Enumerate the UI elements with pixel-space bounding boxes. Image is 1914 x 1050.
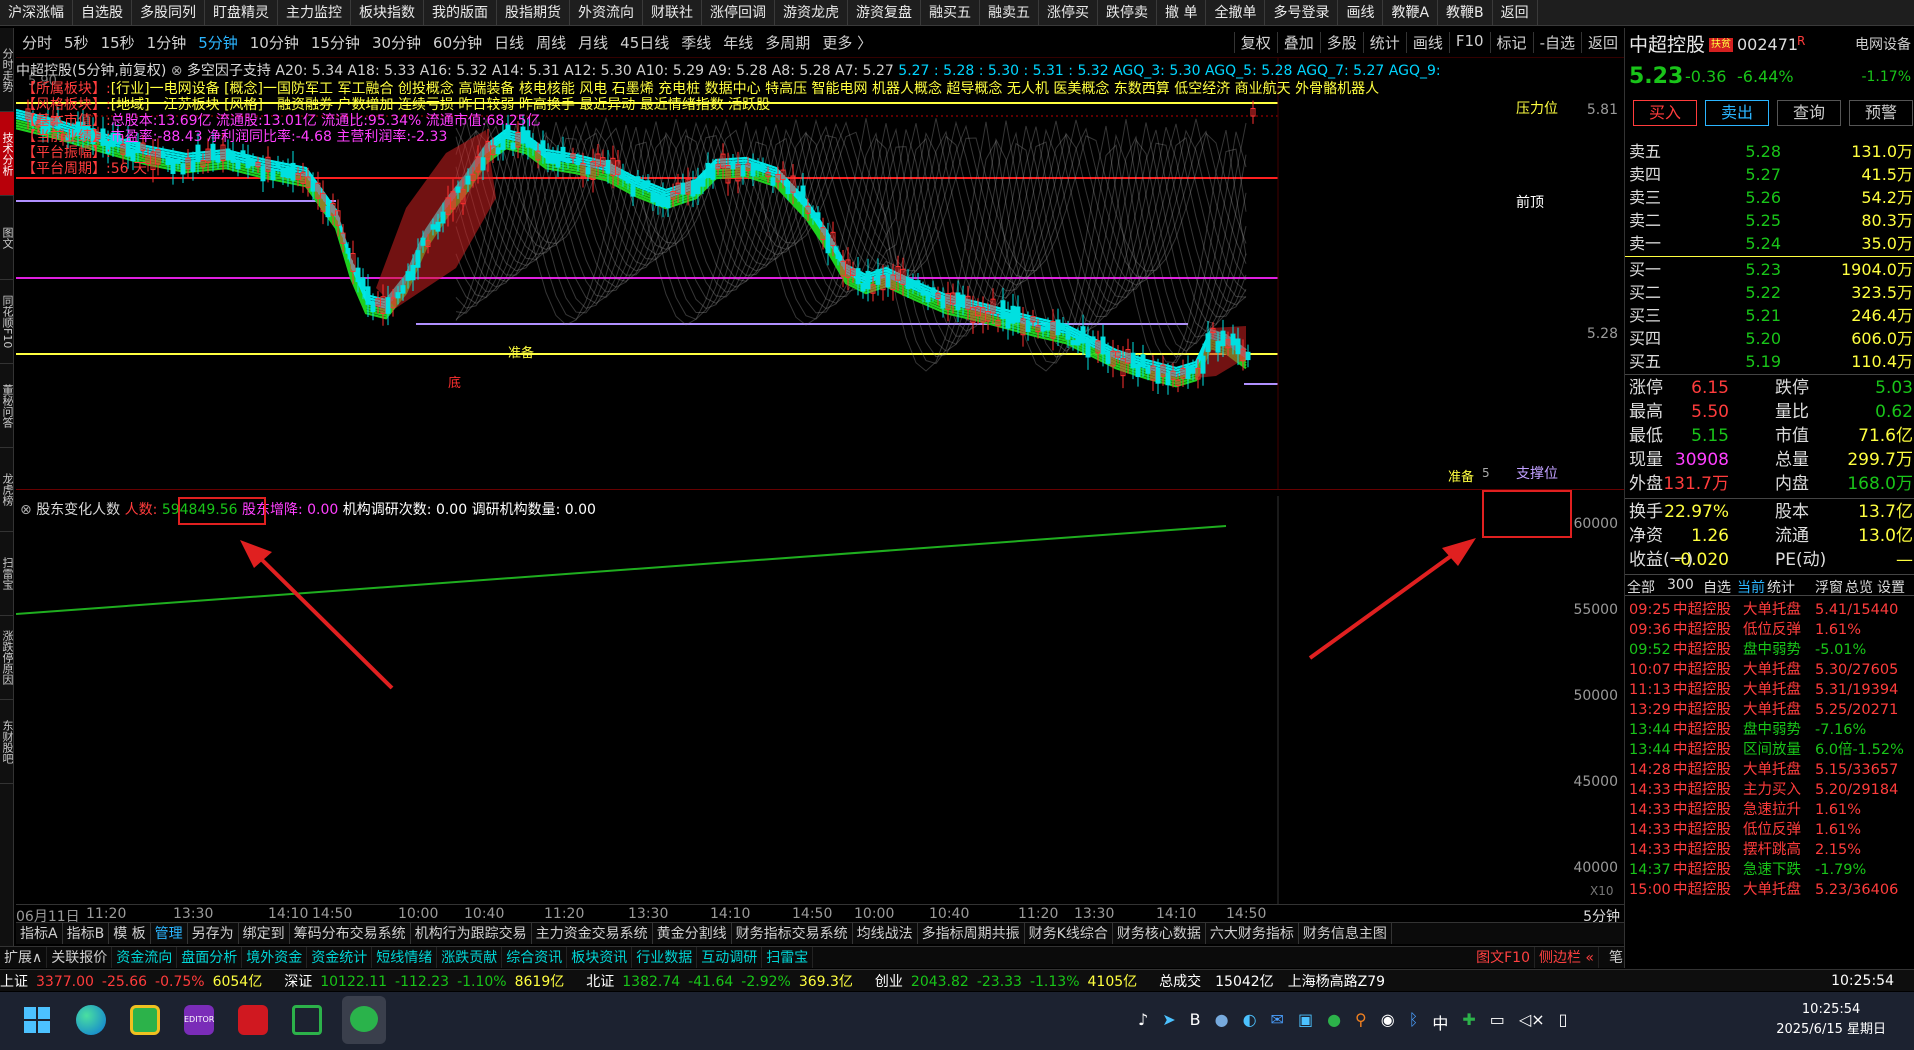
app-window: { "top_nav":["沪深涨幅","自选股","多股同列","盯盘精灵",… — [0, 0, 1914, 1050]
annotation-arrows — [240, 538, 1476, 690]
